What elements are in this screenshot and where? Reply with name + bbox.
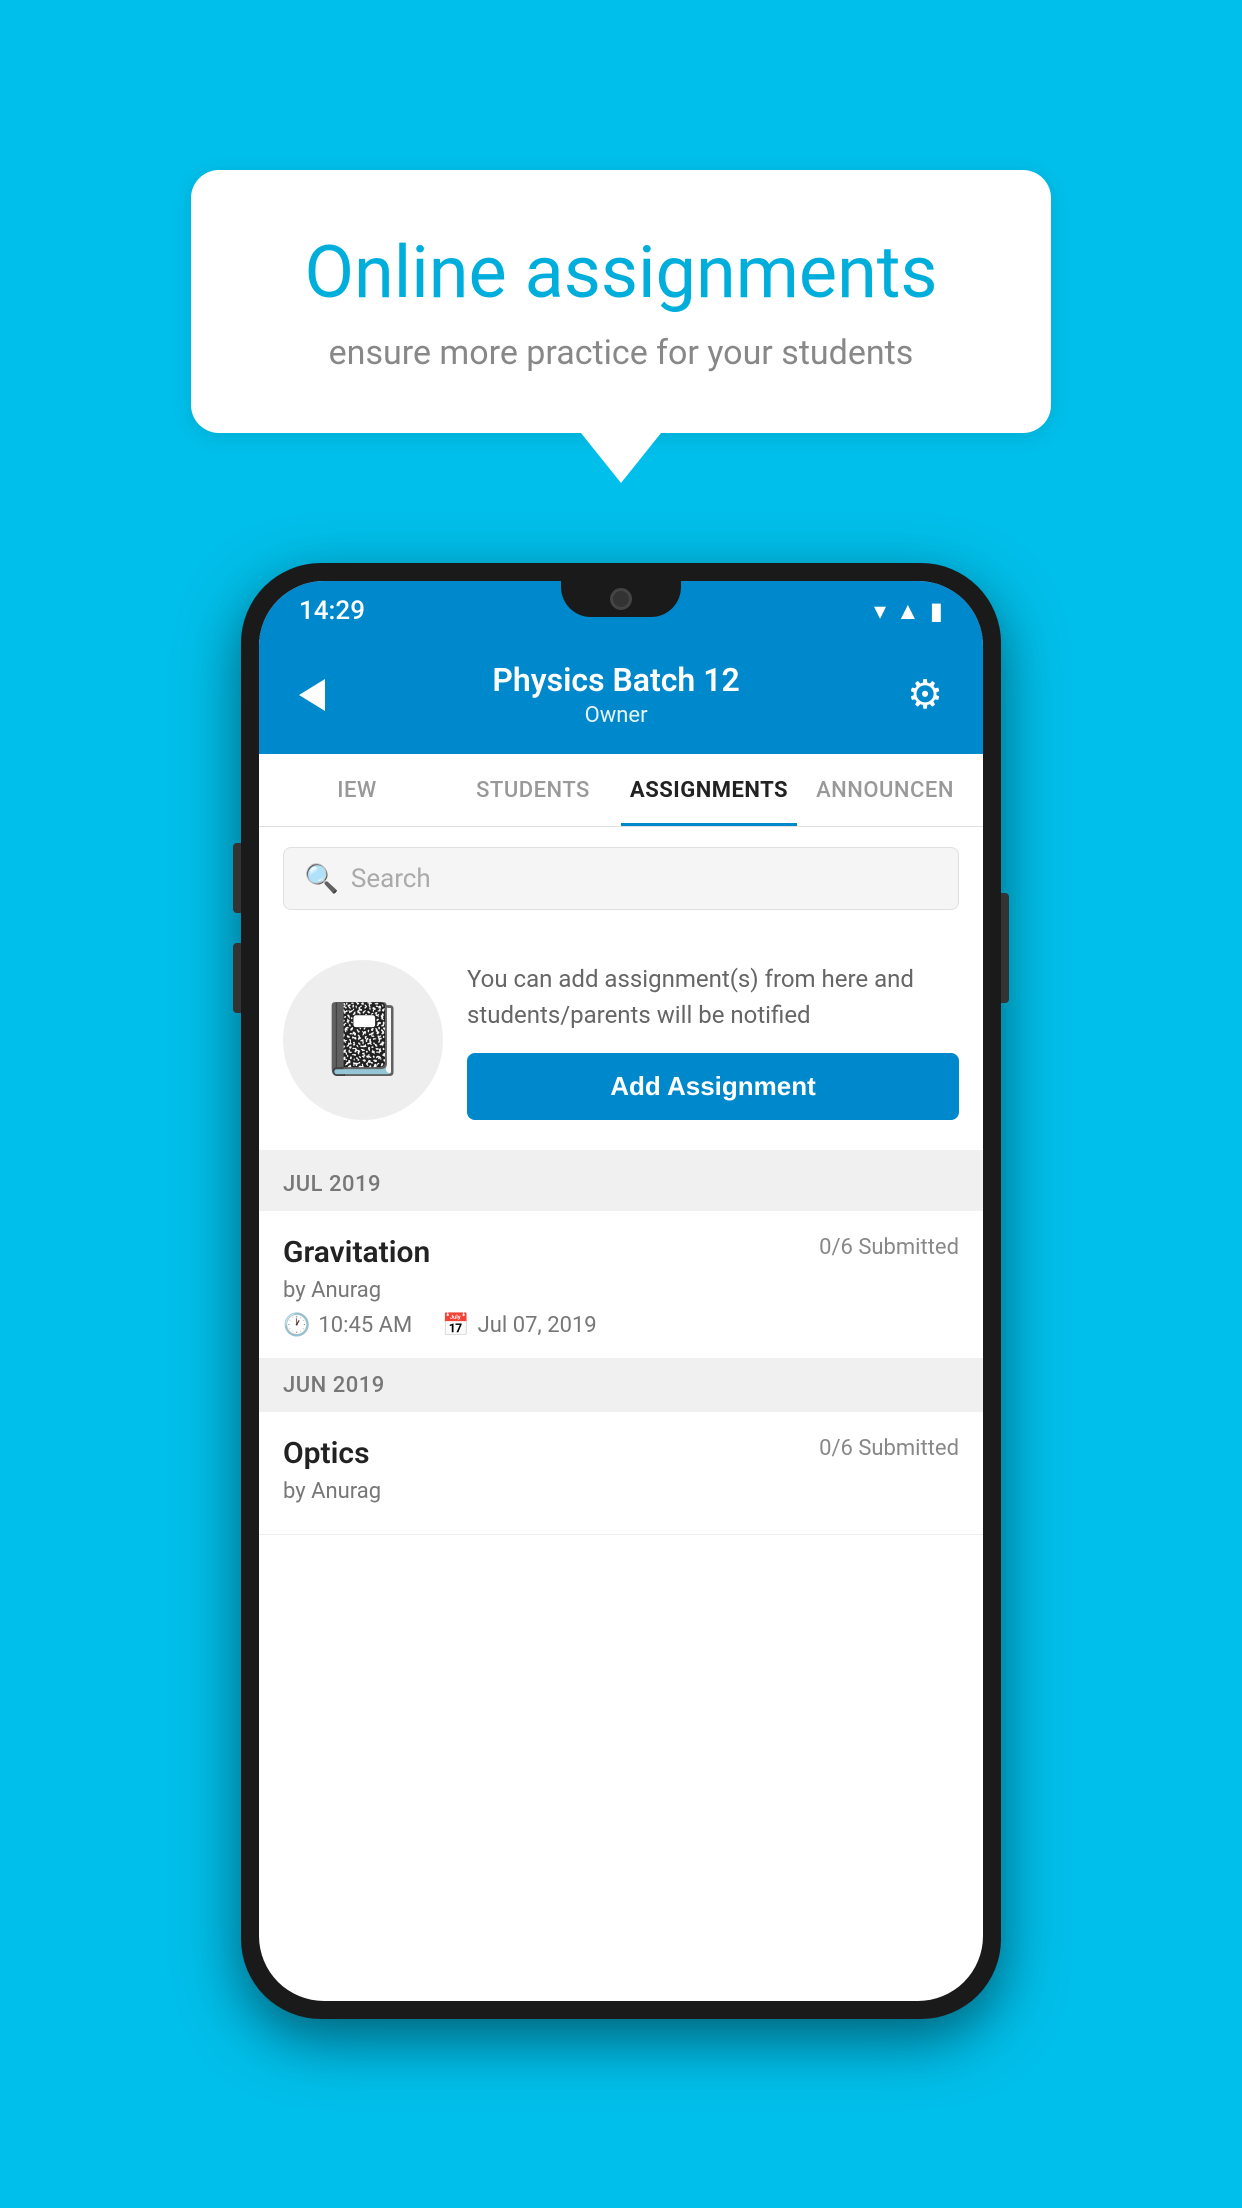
- add-assignment-button[interactable]: Add Assignment: [467, 1053, 959, 1120]
- tab-assignments[interactable]: ASSIGNMENTS: [621, 754, 797, 826]
- clock-icon: 🕐: [283, 1313, 310, 1338]
- assignment-date-text: Jul 07, 2019: [478, 1313, 597, 1338]
- phone-outer: 14:29 ▾ ▲ ▮ Physics Batch 12 Owner ⚙: [241, 563, 1001, 2019]
- assignment-author-optics: by Anurag: [283, 1479, 959, 1504]
- assignment-top-row-optics: Optics 0/6 Submitted: [283, 1436, 959, 1471]
- assignment-meta-gravitation: 🕐 10:45 AM 📅 Jul 07, 2019: [283, 1313, 959, 1338]
- power-button: [1001, 893, 1009, 1003]
- assignment-item-optics[interactable]: Optics 0/6 Submitted by Anurag: [259, 1412, 983, 1535]
- top-bar: Physics Batch 12 Owner ⚙: [259, 641, 983, 754]
- promo-content: You can add assignment(s) from here and …: [467, 961, 959, 1120]
- tab-overview[interactable]: IEW: [269, 754, 445, 826]
- search-container: 🔍 Search: [259, 827, 983, 930]
- signal-icon: ▲: [896, 597, 920, 626]
- section-header-jun: JUN 2019: [259, 1359, 983, 1412]
- volume-down-button: [233, 943, 241, 1013]
- assignment-date-gravitation: 📅 Jul 07, 2019: [442, 1313, 596, 1338]
- tab-announcements[interactable]: ANNOUNCEN: [797, 754, 973, 826]
- notebook-icon: 📓: [319, 999, 406, 1081]
- assignment-item-gravitation[interactable]: Gravitation 0/6 Submitted by Anurag 🕐 10…: [259, 1211, 983, 1359]
- back-button[interactable]: [299, 679, 325, 711]
- phone-notch: [561, 581, 681, 617]
- front-camera: [610, 588, 632, 610]
- speech-bubble-title: Online assignments: [251, 230, 991, 315]
- search-box[interactable]: 🔍 Search: [283, 847, 959, 910]
- speech-bubble-subtitle: ensure more practice for your students: [251, 333, 991, 373]
- volume-up-button: [233, 843, 241, 913]
- speech-bubble-arrow: [581, 433, 661, 483]
- promo-card: 📓 You can add assignment(s) from here an…: [259, 930, 983, 1158]
- search-placeholder: Search: [351, 864, 431, 894]
- section-header-jul: JUL 2019: [259, 1158, 983, 1211]
- calendar-icon: 📅: [442, 1313, 469, 1338]
- search-icon: 🔍: [304, 862, 339, 895]
- status-icons: ▾ ▲ ▮: [874, 597, 943, 626]
- battery-icon: ▮: [930, 597, 943, 625]
- assignment-top-row: Gravitation 0/6 Submitted: [283, 1235, 959, 1270]
- assignment-title-optics: Optics: [283, 1436, 370, 1471]
- top-bar-title: Physics Batch 12: [492, 661, 739, 699]
- phone-screen: 14:29 ▾ ▲ ▮ Physics Batch 12 Owner ⚙: [259, 581, 983, 2001]
- promo-text: You can add assignment(s) from here and …: [467, 961, 959, 1033]
- assignment-time-gravitation: 🕐 10:45 AM: [283, 1313, 412, 1338]
- top-bar-title-area: Physics Batch 12 Owner: [492, 661, 739, 728]
- phone-wrapper: 14:29 ▾ ▲ ▮ Physics Batch 12 Owner ⚙: [241, 563, 1001, 2019]
- back-arrow-icon: [299, 679, 325, 711]
- assignment-submitted-gravitation: 0/6 Submitted: [819, 1235, 959, 1260]
- promo-icon-circle: 📓: [283, 960, 443, 1120]
- tabs-bar: IEW STUDENTS ASSIGNMENTS ANNOUNCEN: [259, 754, 983, 827]
- speech-bubble: Online assignments ensure more practice …: [191, 170, 1051, 433]
- wifi-icon: ▾: [874, 597, 886, 625]
- assignment-title-gravitation: Gravitation: [283, 1235, 430, 1270]
- assignment-submitted-optics: 0/6 Submitted: [819, 1436, 959, 1461]
- top-bar-subtitle: Owner: [492, 703, 739, 728]
- speech-bubble-container: Online assignments ensure more practice …: [191, 170, 1051, 483]
- settings-icon[interactable]: ⚙: [907, 671, 943, 718]
- status-time: 14:29: [299, 596, 365, 626]
- tab-students[interactable]: STUDENTS: [445, 754, 621, 826]
- assignment-author-gravitation: by Anurag: [283, 1278, 959, 1303]
- assignment-time-text: 10:45 AM: [318, 1313, 412, 1338]
